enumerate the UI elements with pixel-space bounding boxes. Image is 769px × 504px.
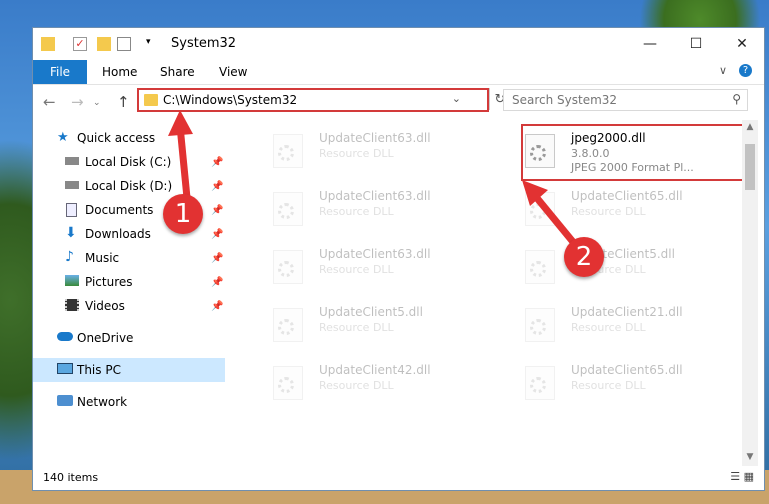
step-marker-2: 2 xyxy=(564,237,604,277)
arrow-2-line xyxy=(529,189,581,251)
step-marker-1: 1 xyxy=(163,194,203,234)
annotation-arrows xyxy=(168,110,581,251)
arrow-1-head xyxy=(168,110,193,136)
